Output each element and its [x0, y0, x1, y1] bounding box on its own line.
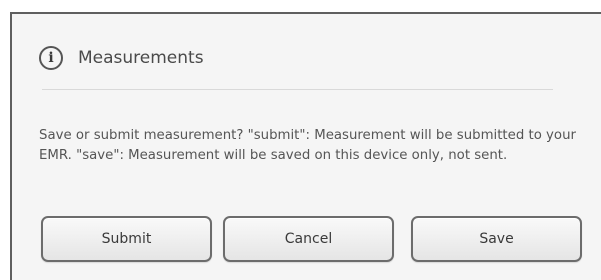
dialog-header: i Measurements [12, 14, 601, 90]
save-button[interactable]: Save [411, 216, 582, 262]
dialog-title: Measurements [78, 48, 204, 68]
cancel-button[interactable]: Cancel [223, 216, 394, 262]
header-divider [42, 89, 553, 90]
measurements-dialog: i Measurements Save or submit measuremen… [10, 12, 601, 280]
submit-button[interactable]: Submit [41, 216, 212, 262]
info-icon: i [39, 46, 63, 70]
dialog-message: Save or submit measurement? "submit": Me… [39, 128, 576, 163]
